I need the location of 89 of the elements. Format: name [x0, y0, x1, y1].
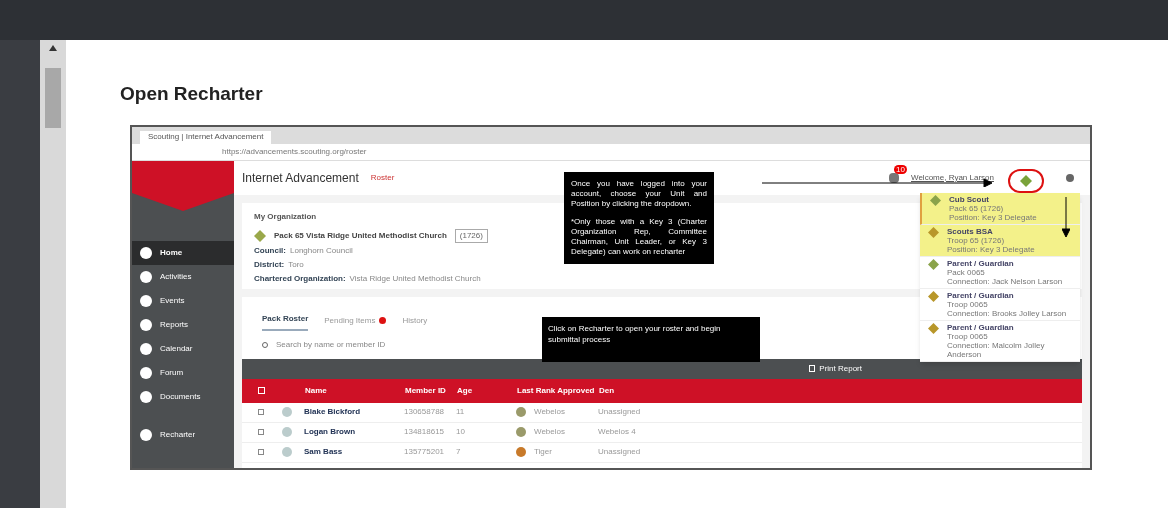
table-cell-text: 7: [456, 446, 462, 458]
option-position: Connection: Brooks Jolley Larson: [947, 308, 1067, 318]
sidebar-item[interactable]: Events: [132, 288, 234, 313]
column-header[interactable]: Member ID: [405, 384, 457, 397]
roster-tab[interactable]: Pack Roster: [262, 312, 309, 331]
app-title: Internet Advancement: [242, 169, 359, 187]
position-option[interactable]: Parent / Guardian Troop 0065 Connection: Brooks Jolley Larson: [920, 288, 1080, 321]
url-text[interactable]: https://advancements.scouting.org/roster: [222, 145, 367, 158]
table-cell-text: 135775201: [404, 446, 446, 458]
column-header[interactable]: Age: [457, 384, 517, 397]
option-unit: Troop 0065: [947, 331, 988, 341]
nav-icon: [140, 428, 152, 441]
table-cell-text: Webelos 4: [598, 426, 637, 438]
table-cell: Tiger: [534, 446, 552, 458]
detail-label: District:: [254, 258, 285, 271]
print-report-button[interactable]: Print Report: [819, 362, 862, 375]
position-option[interactable]: Cub Scout Pack 65 (1726) Position: Key 3 Delegate: [920, 192, 1080, 225]
table-cell-text: 130658788: [404, 406, 446, 418]
nav-icon: [140, 366, 152, 379]
callout-text: Once you have logged into your account, choose your Unit and Position by clicking the dropdown.: [571, 178, 707, 209]
option-unit: Pack 0065: [947, 267, 985, 277]
select-all-checkbox[interactable]: [258, 387, 265, 394]
table-cell-text: 10: [456, 426, 466, 438]
sidebar-item[interactable]: Forum: [132, 360, 234, 385]
position-option[interactable]: Parent / Guardian Troop 0065 Connection: Malcolm Jolley Anderson: [920, 320, 1080, 362]
table-cell-text: Unassigned: [598, 406, 642, 418]
table-cell-text: 134818615: [404, 426, 446, 438]
page-title: Open Recharter: [120, 82, 264, 106]
option-position: Connection: Malcolm Jolley Anderson: [947, 340, 1046, 359]
member-name[interactable]: Blake Bickford: [304, 406, 404, 418]
nav-icon: [140, 342, 152, 355]
sidebar-item[interactable]: Recharter: [132, 422, 234, 447]
option-unit: Pack 65 (1726): [949, 203, 1004, 213]
position-option[interactable]: Scouts BSA Troop 65 (1726) Position: Key 3 Delegate: [920, 224, 1080, 257]
position-option[interactable]: Parent / Guardian Pack 0065 Connection: Jack Nelson Larson: [920, 256, 1080, 289]
column-header[interactable]: Den: [599, 384, 659, 397]
card-heading: My Organization: [254, 210, 317, 223]
emblem-icon: [254, 229, 266, 242]
sidebar-item[interactable]: Documents: [132, 384, 234, 409]
option-unit: Troop 65 (1726): [947, 235, 1005, 245]
detail-label: Chartered Organization:: [254, 272, 346, 285]
member-name[interactable]: Sam Bass: [304, 446, 404, 458]
table-cell-text: 11: [456, 406, 466, 418]
column-header[interactable]: Name: [305, 384, 405, 397]
nav-icon: [140, 294, 152, 307]
option-role: Cub Scout: [949, 194, 989, 204]
scroll-thumb[interactable]: [45, 68, 61, 128]
nav-icon: [140, 270, 152, 283]
detail-value: Toro: [288, 258, 304, 271]
table-cell-text: Unassigned: [598, 446, 642, 458]
unit-name: Pack 65 Vista Ridge United Methodist Church: [274, 229, 447, 242]
unit-id: (1726): [454, 228, 488, 243]
member-name[interactable]: Logan Brown: [304, 426, 404, 438]
nav-icon: [140, 390, 152, 403]
callout-text: *Only those with a Key 3 (Charter Organization Rep, Committee Chairman, Unit Leader, or Key 3 Delegate) can work on recharter: [571, 216, 707, 257]
browser-tab[interactable]: Scouting | Internet Advancement: [140, 130, 272, 144]
row-checkbox[interactable]: [258, 429, 264, 435]
tab-title: Scouting | Internet Advancement: [148, 131, 264, 143]
callout-text: Click on Recharter to open your roster and begin submittal process: [548, 322, 722, 345]
emblem-icon: [1020, 174, 1032, 187]
welcome-link[interactable]: Welcome, Ryan Larson: [911, 171, 994, 184]
sidebar-item[interactable]: Home: [132, 240, 234, 265]
nav-icon: [140, 318, 152, 331]
detail-value: Longhorn Council: [290, 244, 353, 257]
sidebar-item[interactable]: Reports: [132, 312, 234, 337]
option-role: Parent / Guardian: [947, 258, 1014, 268]
table-cell: Webelos: [534, 406, 565, 418]
down-arrow: [1062, 196, 1070, 237]
detail-label: Council:: [254, 244, 286, 257]
column-header[interactable]: Last Rank Approved: [517, 384, 599, 397]
table-cell: Webelos: [534, 426, 565, 438]
option-role: Parent / Guardian: [947, 290, 1014, 300]
detail-value: Vista Ridge United Methodist Church: [349, 272, 481, 285]
search-field[interactable]: Search by name or member ID: [276, 338, 436, 351]
sidebar-item[interactable]: Calendar: [132, 336, 234, 361]
option-role: Parent / Guardian: [947, 322, 1014, 332]
notification-badge: 10: [894, 164, 907, 174]
option-position: Position: Key 3 Delegate: [949, 212, 1037, 222]
nav-icon: [140, 246, 152, 259]
option-position: Position: Key 3 Delegate: [947, 244, 1035, 254]
option-role: Scouts BSA: [947, 226, 993, 236]
sidebar-item[interactable]: Activities: [132, 264, 234, 289]
option-position: Connection: Jack Nelson Larson: [947, 276, 1063, 286]
row-checkbox[interactable]: [258, 449, 264, 455]
app-subtitle: Roster: [370, 171, 395, 184]
print-icon[interactable]: [809, 365, 816, 372]
scroll-up-icon[interactable]: [48, 44, 58, 52]
option-unit: Troop 0065: [947, 299, 988, 309]
row-checkbox[interactable]: [258, 409, 264, 415]
